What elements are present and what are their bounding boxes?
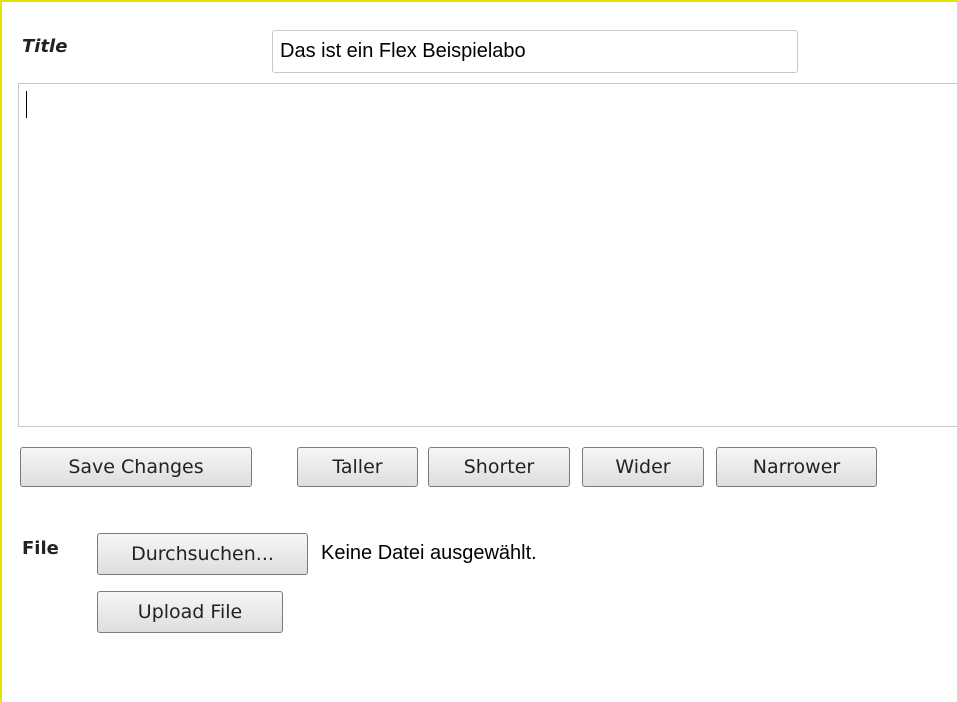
text-caret [26, 91, 27, 118]
content-editor[interactable] [18, 83, 957, 427]
narrower-button[interactable]: Narrower [716, 447, 877, 487]
taller-button[interactable]: Taller [297, 447, 418, 487]
title-input[interactable] [272, 30, 798, 73]
shorter-button[interactable]: Shorter [428, 447, 570, 487]
wider-button[interactable]: Wider [582, 447, 704, 487]
title-label: Title [22, 36, 68, 57]
browse-file-button[interactable]: Durchsuchen... [97, 533, 308, 575]
file-label: File [22, 538, 59, 559]
file-status-text: Keine Datei ausgewählt. [321, 542, 537, 564]
upload-file-button[interactable]: Upload File [97, 591, 283, 633]
save-changes-button[interactable]: Save Changes [20, 447, 252, 487]
